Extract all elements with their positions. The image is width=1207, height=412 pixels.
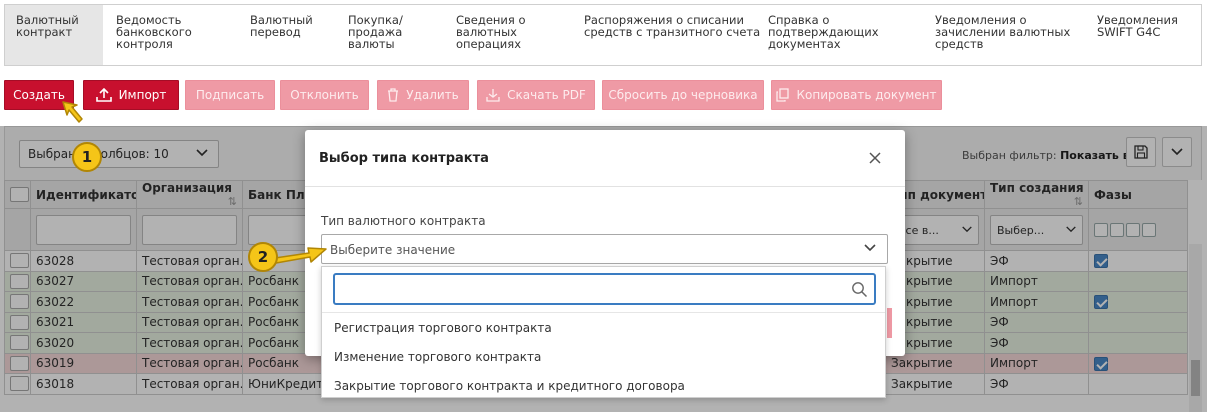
dialog-action-button-edge[interactable]: [887, 308, 892, 338]
import-button[interactable]: Импорт: [83, 80, 179, 110]
copy-document-label: Копировать документ: [796, 88, 937, 102]
copy-document-button[interactable]: Копировать документ: [771, 80, 942, 110]
tab-bank-control-statement[interactable]: Ведомость банковского контроля: [116, 14, 192, 50]
close-icon[interactable]: [868, 151, 882, 165]
dropdown-divider: [322, 312, 885, 313]
delete-button[interactable]: Удалить: [377, 80, 469, 110]
search-icon: [852, 282, 868, 298]
reject-button[interactable]: Отклонить: [280, 80, 369, 110]
trash-icon: [388, 88, 399, 102]
option-change-trade-contract[interactable]: Изменение торгового контракта: [334, 350, 541, 364]
download-pdf-label: Скачать PDF: [507, 88, 586, 102]
callout-marker-2: 2: [248, 242, 278, 272]
tab-currency-exchange[interactable]: Покупка/ продажа валюты: [348, 14, 403, 50]
tab-currency-contract[interactable]: Валютный контракт: [5, 5, 103, 65]
tab-supporting-documents[interactable]: Справка о подтверждающих документах: [768, 14, 879, 50]
contract-type-select-value: Выберите значение: [330, 243, 456, 257]
dropdown-search-input[interactable]: [333, 273, 876, 305]
import-label: Импорт: [118, 88, 167, 102]
upload-icon: [95, 88, 112, 102]
copy-icon: [776, 88, 790, 102]
reset-to-draft-button[interactable]: Сбросить до черновика: [602, 80, 764, 110]
tab-currency-credit-notices[interactable]: Уведомления о зачислении валютных средст…: [935, 14, 1070, 50]
tab-swift-notices[interactable]: Уведомления SWIFT G4C: [1097, 14, 1178, 38]
dialog-divider: [305, 186, 905, 187]
download-icon: [486, 89, 500, 102]
option-register-trade-contract[interactable]: Регистрация торгового контракта: [334, 321, 552, 335]
callout-marker-1: 1: [72, 142, 102, 172]
tab-currency-transfer[interactable]: Валютный перевод: [250, 14, 313, 38]
chevron-down-icon: [864, 244, 876, 252]
delete-label: Удалить: [406, 88, 459, 102]
option-close-trade-contract[interactable]: Закрытие торгового контракта и кредитног…: [334, 379, 685, 393]
dialog-title: Выбор типа контракта: [319, 151, 489, 166]
contract-type-dropdown: Регистрация торгового контракта Изменени…: [321, 266, 886, 398]
contract-type-select[interactable]: Выберите значение: [321, 234, 888, 264]
download-pdf-button[interactable]: Скачать PDF: [477, 80, 595, 110]
callout-arrow-2: [274, 247, 327, 264]
tab-currency-operations-info[interactable]: Сведения о валютных операциях: [456, 14, 526, 50]
section-tabs: Валютный контракт Ведомость банковского …: [4, 4, 1202, 66]
callout-arrow-1: [62, 101, 83, 123]
sign-button[interactable]: Подписать: [185, 80, 275, 110]
contract-type-label: Тип валютного контракта: [321, 214, 486, 228]
tab-transit-account-orders[interactable]: Распоряжения о списании средств с транзи…: [584, 14, 760, 38]
